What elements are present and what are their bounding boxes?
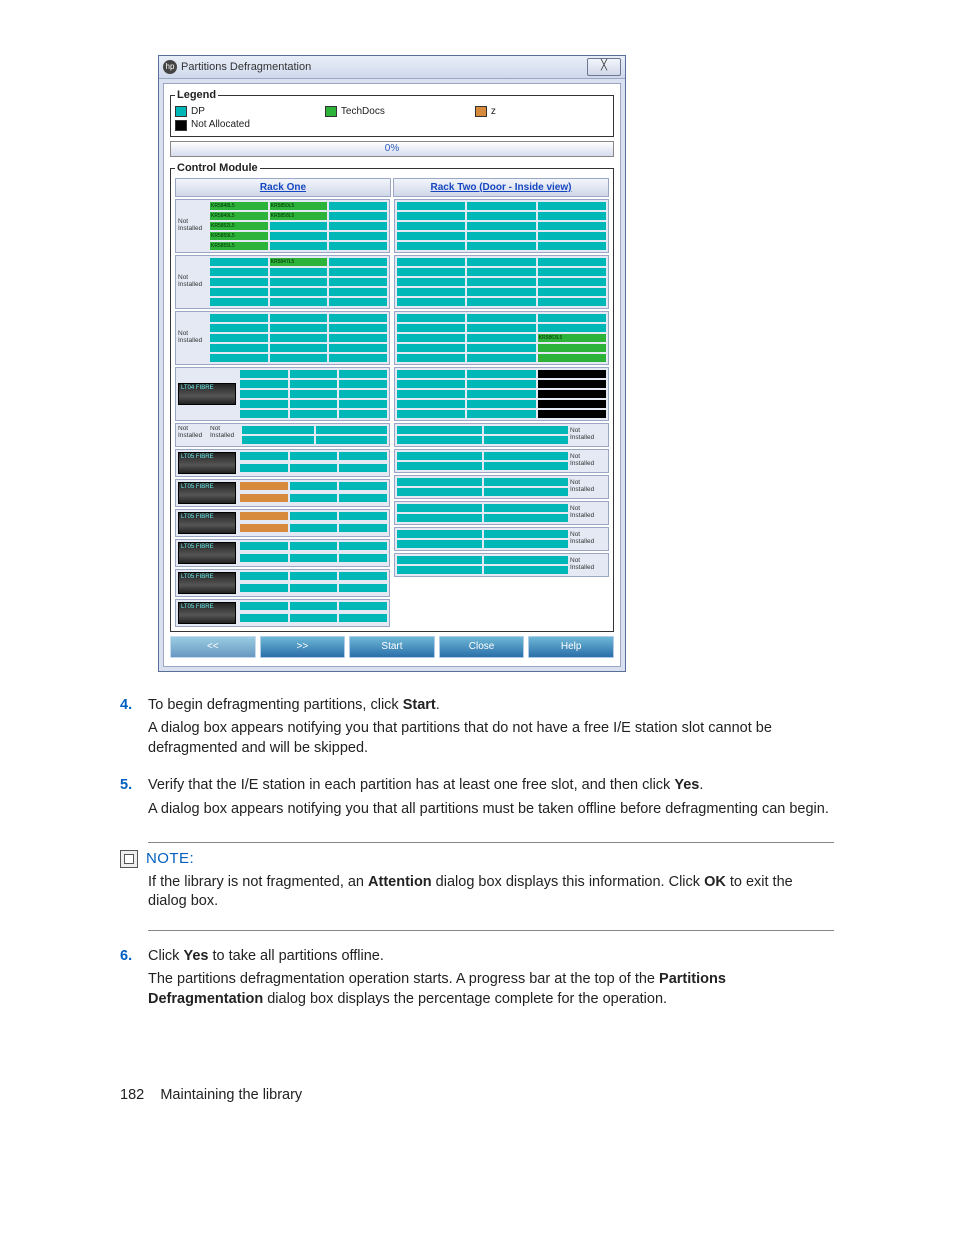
section-title: Maintaining the library <box>160 1087 302 1103</box>
rack1-drive-row-3: LT05 FIBRE <box>175 509 390 537</box>
rack1-drive-row-4: LT05 FIBRE <box>175 539 390 567</box>
drive-lto4: LT04 FIBRE <box>178 383 236 405</box>
rack1-mod2: Not Installed KR5847L5 <box>175 255 390 309</box>
close-button[interactable]: Close <box>439 636 525 658</box>
hp-logo-icon: hp <box>163 60 177 74</box>
note-bottom-rule <box>148 930 834 931</box>
next-button[interactable]: >> <box>260 636 346 658</box>
rack-two: KR5863L5 Not <box>394 199 609 627</box>
rack1-drive-row-6: LT05 FIBRE <box>175 599 390 627</box>
step-number: 6. <box>120 947 148 1014</box>
step-number: 4. <box>120 696 148 763</box>
window-title: Partitions Defragmentation <box>181 60 311 75</box>
swatch-z-icon <box>475 106 487 117</box>
help-button[interactable]: Help <box>528 636 614 658</box>
step-list: 4. To begin defragmenting partitions, cl… <box>120 696 834 824</box>
rack1-drive-row-2: LT05 FIBRE <box>175 479 390 507</box>
progress-text: 0% <box>385 143 399 154</box>
control-module: Control Module Rack One Rack Two (Door -… <box>170 161 614 632</box>
start-button[interactable]: Start <box>349 636 435 658</box>
rack1-mod5: Not Installed Not Installed <box>175 423 390 447</box>
rack-one-header[interactable]: Rack One <box>175 178 391 198</box>
rack1-drive-row-5: LT05 FIBRE <box>175 569 390 597</box>
legend-label: Legend <box>175 88 218 103</box>
step-number: 5. <box>120 776 148 823</box>
progress-bar: 0% <box>170 141 614 157</box>
rack1-drive-row-1: LT05 FIBRE <box>175 449 390 477</box>
rack1-mod3: Not Installed <box>175 311 390 365</box>
rack1-mod1: Not Installed KR5848L5KR5850L5 KR5849L5K… <box>175 199 390 253</box>
titlebar[interactable]: hp Partitions Defragmentation ╳ <box>159 56 625 79</box>
legend-group: Legend DP TechDocs z Not Allocated <box>170 88 614 137</box>
rack1-mod4: LT04 FIBRE <box>175 367 390 421</box>
close-button[interactable]: ╳ <box>587 58 621 76</box>
rack-one: Not Installed KR5848L5KR5850L5 KR5849L5K… <box>175 199 390 627</box>
partitions-defrag-dialog: hp Partitions Defragmentation ╳ Legend D… <box>158 55 626 672</box>
page-footer: 182 Maintaining the library <box>120 1086 834 1106</box>
note-icon <box>120 850 138 868</box>
control-module-label: Control Module <box>175 161 260 176</box>
page-number: 182 <box>120 1087 144 1103</box>
prev-button[interactable]: << <box>170 636 256 658</box>
note-block: NOTE: If the library is not fragmented, … <box>120 849 834 912</box>
note-top-rule <box>148 842 834 843</box>
rack-two-header[interactable]: Rack Two (Door - Inside view) <box>393 178 609 198</box>
swatch-td-icon <box>325 106 337 117</box>
swatch-dp-icon <box>175 106 187 117</box>
swatch-na-icon <box>175 120 187 131</box>
note-label: NOTE: <box>146 849 194 869</box>
